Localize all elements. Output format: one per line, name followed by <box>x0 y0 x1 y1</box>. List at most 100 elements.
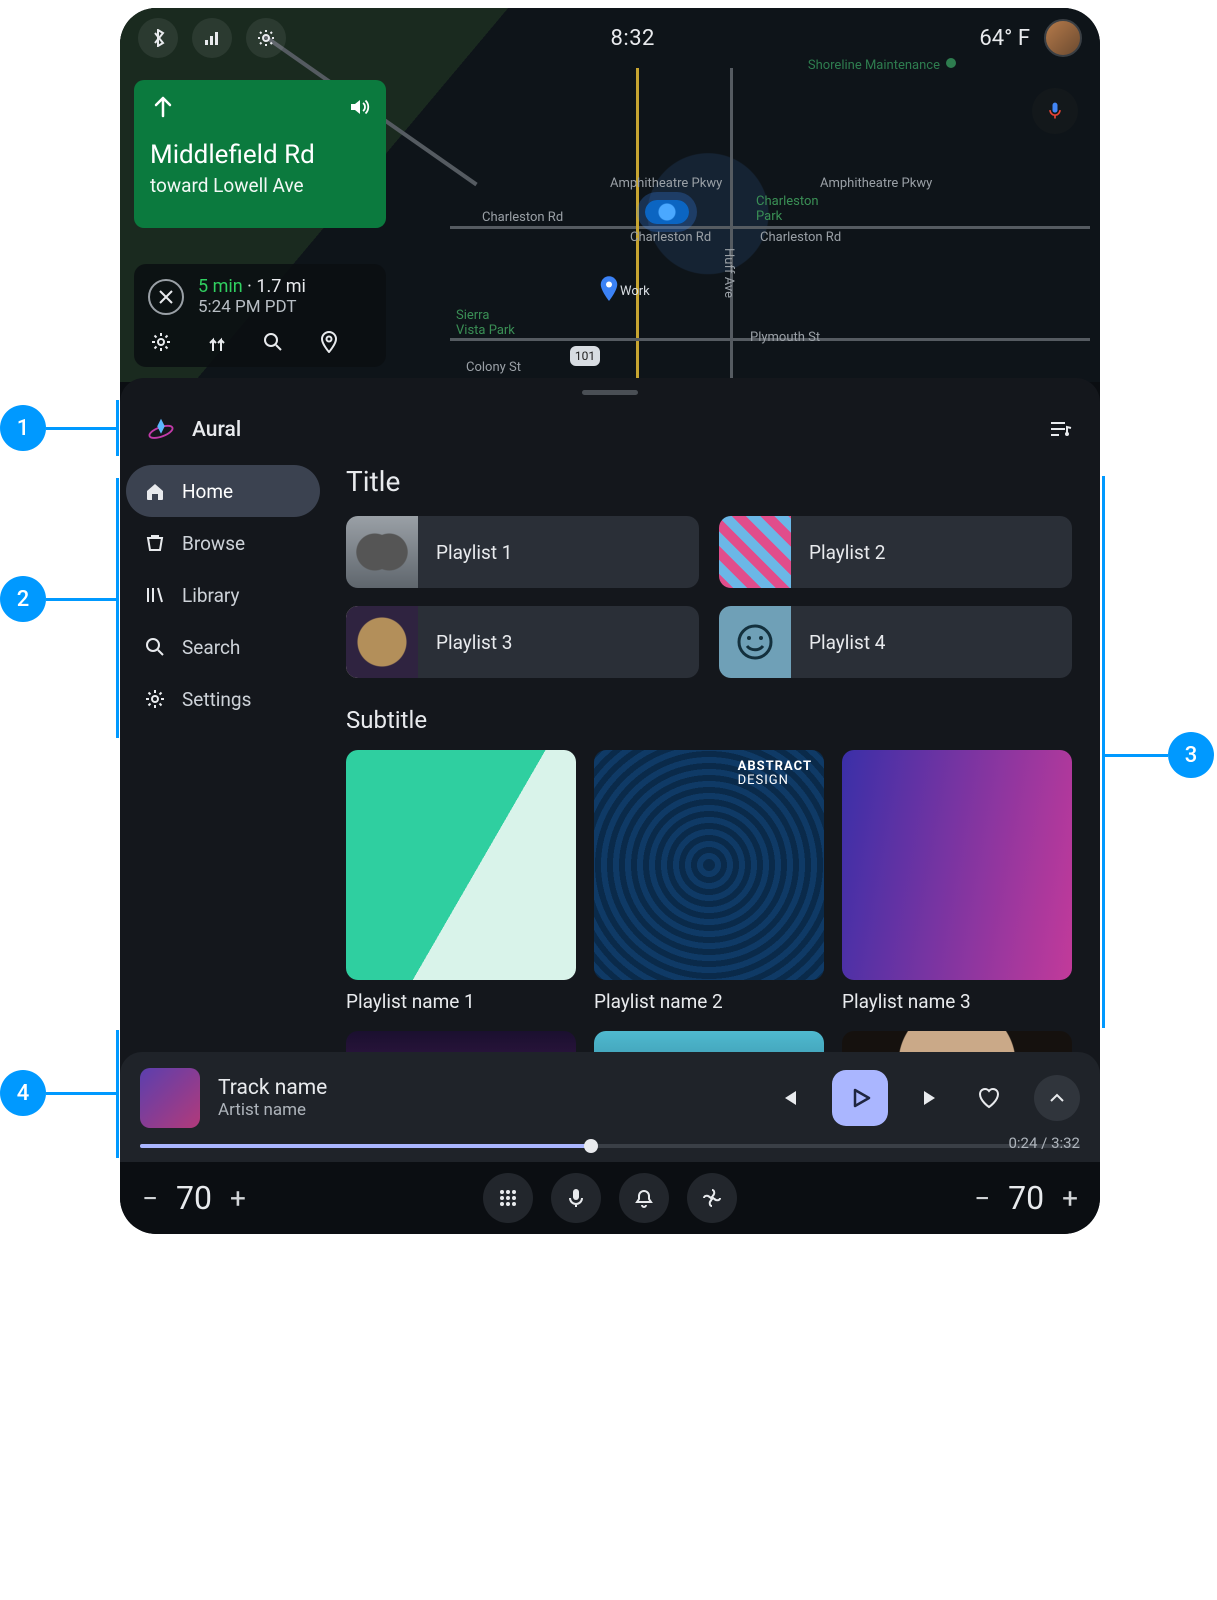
playlist-art: ABSTRACTDESIGN <box>594 750 824 980</box>
playlist-tile[interactable]: Playlist 2 <box>719 516 1072 588</box>
arrow-up-icon <box>150 94 176 120</box>
map-road-huff: Huff Ave <box>721 248 736 298</box>
queue-button[interactable] <box>1048 417 1074 443</box>
temp-decrease-button[interactable]: − <box>974 1182 990 1215</box>
avatar[interactable] <box>1044 19 1082 57</box>
map-road-charleston2: Charleston Rd <box>630 230 711 245</box>
map-poi-vista: Sierra Vista Park <box>456 308 515 338</box>
progress-knob[interactable] <box>584 1139 598 1153</box>
rail-label: Browse <box>182 532 245 555</box>
rail-item-library[interactable]: Library <box>126 569 320 621</box>
climate-left: − 70 + <box>142 1179 246 1217</box>
bluetooth-icon[interactable] <box>138 18 178 58</box>
progress-bar[interactable] <box>140 1144 1080 1148</box>
annotation-3: 3 <box>1168 732 1214 778</box>
map-road-plymouth: Plymouth St <box>750 330 820 345</box>
playlist-card[interactable]: Playlist name 1 <box>346 750 576 1013</box>
favorite-button[interactable] <box>976 1085 1002 1111</box>
playlist-tile[interactable]: Playlist 3 <box>346 606 699 678</box>
playlist-art <box>346 606 418 678</box>
voice-button[interactable] <box>1032 88 1078 134</box>
rail-item-settings[interactable]: Settings <box>126 673 320 725</box>
map-location-puck <box>645 200 689 224</box>
play-button[interactable] <box>832 1070 888 1126</box>
playlist-tile[interactable]: Playlist 1 <box>346 516 699 588</box>
close-navigation-button[interactable] <box>148 279 184 315</box>
volume-icon[interactable] <box>348 96 370 118</box>
gear-icon <box>144 688 166 710</box>
nav-toward: toward Lowell Ave <box>150 174 370 197</box>
climate-left-value: 70 <box>176 1179 212 1217</box>
brightness-icon[interactable] <box>246 18 286 58</box>
playback-time: 0:24 / 3:32 <box>1008 1134 1080 1152</box>
annotation-1: 1 <box>0 405 46 451</box>
map-road-charleston1: Charleston Rd <box>482 210 563 225</box>
rail-item-home[interactable]: Home <box>126 465 320 517</box>
section-subtitle: Subtitle <box>346 706 1072 734</box>
rail-label: Search <box>182 636 240 659</box>
playlist-label: Playlist name 1 <box>346 990 576 1013</box>
playlist-art <box>719 606 791 678</box>
expand-player-button[interactable] <box>1034 1075 1080 1121</box>
home-icon <box>144 480 166 502</box>
previous-button[interactable] <box>776 1086 800 1110</box>
section-title: Title <box>346 465 1072 498</box>
signal-icon[interactable] <box>192 18 232 58</box>
nav-search-icon[interactable] <box>262 331 284 353</box>
temp-increase-button[interactable]: + <box>230 1182 246 1215</box>
media-panel: Aural Home Browse Library Se <box>120 378 1100 1162</box>
nav-street: Middlefield Rd <box>150 140 370 170</box>
rail-item-search[interactable]: Search <box>126 621 320 673</box>
annotation-bracket <box>116 400 119 456</box>
map-area[interactable]: Shoreline Maintenance Amphitheatre Pkwy … <box>120 8 1100 382</box>
playlist-label: Playlist name 3 <box>842 990 1072 1013</box>
map-highway-shield: 101 <box>570 346 600 366</box>
playlist-art <box>346 750 576 980</box>
nav-routes-icon[interactable] <box>206 331 228 353</box>
mini-player: Track name Artist name 0:24 / 3:32 <box>120 1052 1100 1162</box>
rail-label: Home <box>182 480 233 503</box>
status-bar: 8:32 64° F <box>120 18 1100 58</box>
eta-line1: 5 min · 1.7 mi <box>198 276 306 297</box>
navigation-card[interactable]: Middlefield Rd toward Lowell Ave <box>134 80 386 228</box>
hvac-fan-button[interactable] <box>687 1173 737 1223</box>
annotation-leader <box>46 427 118 430</box>
now-playing-art[interactable] <box>140 1068 200 1128</box>
content-area: Title Playlist 1 Playlist 2 Playlist 3 P… <box>346 459 1090 1111</box>
assistant-mic-button[interactable] <box>551 1173 601 1223</box>
nav-places-icon[interactable] <box>318 331 340 353</box>
annotation-2: 2 <box>0 576 46 622</box>
playlist-label: Playlist name 2 <box>594 990 824 1013</box>
app-name: Aural <box>192 418 241 442</box>
next-button[interactable] <box>920 1086 944 1110</box>
app-grid-button[interactable] <box>483 1173 533 1223</box>
playlist-label: Playlist 3 <box>436 631 512 654</box>
app-bar: Aural <box>120 395 1100 459</box>
artist-name: Artist name <box>218 1100 327 1120</box>
map-road-amp1: Amphitheatre Pkwy <box>610 176 722 191</box>
annotation-bracket <box>1102 476 1105 1028</box>
temp-increase-button[interactable]: + <box>1062 1182 1078 1215</box>
system-bar: − 70 + − 70 + <box>120 1162 1100 1234</box>
playlist-label: Playlist 4 <box>809 631 885 654</box>
annotation-leader <box>46 598 118 601</box>
poi-dot-icon <box>944 56 958 70</box>
map-poi-park: Charleston Park <box>756 194 819 224</box>
temp-decrease-button[interactable]: − <box>142 1182 158 1215</box>
map-pin-work-label: Work <box>620 284 650 299</box>
rail-label: Library <box>182 584 240 607</box>
map-road-amp2: Amphitheatre Pkwy <box>820 176 932 191</box>
library-icon <box>144 584 166 606</box>
annotation-4: 4 <box>0 1070 46 1116</box>
playlist-tile[interactable]: Playlist 4 <box>719 606 1072 678</box>
notifications-button[interactable] <box>619 1173 669 1223</box>
annotation-leader <box>1104 754 1168 757</box>
playlist-card[interactable]: Playlist name 3 <box>842 750 1072 1013</box>
playlist-card[interactable]: ABSTRACTDESIGN Playlist name 2 <box>594 750 824 1013</box>
rail-item-browse[interactable]: Browse <box>126 517 320 569</box>
playlist-label: Playlist 2 <box>809 541 885 564</box>
search-icon <box>144 636 166 658</box>
rail-label: Settings <box>182 688 251 711</box>
nav-settings-icon[interactable] <box>150 331 172 353</box>
map-pin-work-icon <box>600 276 618 302</box>
